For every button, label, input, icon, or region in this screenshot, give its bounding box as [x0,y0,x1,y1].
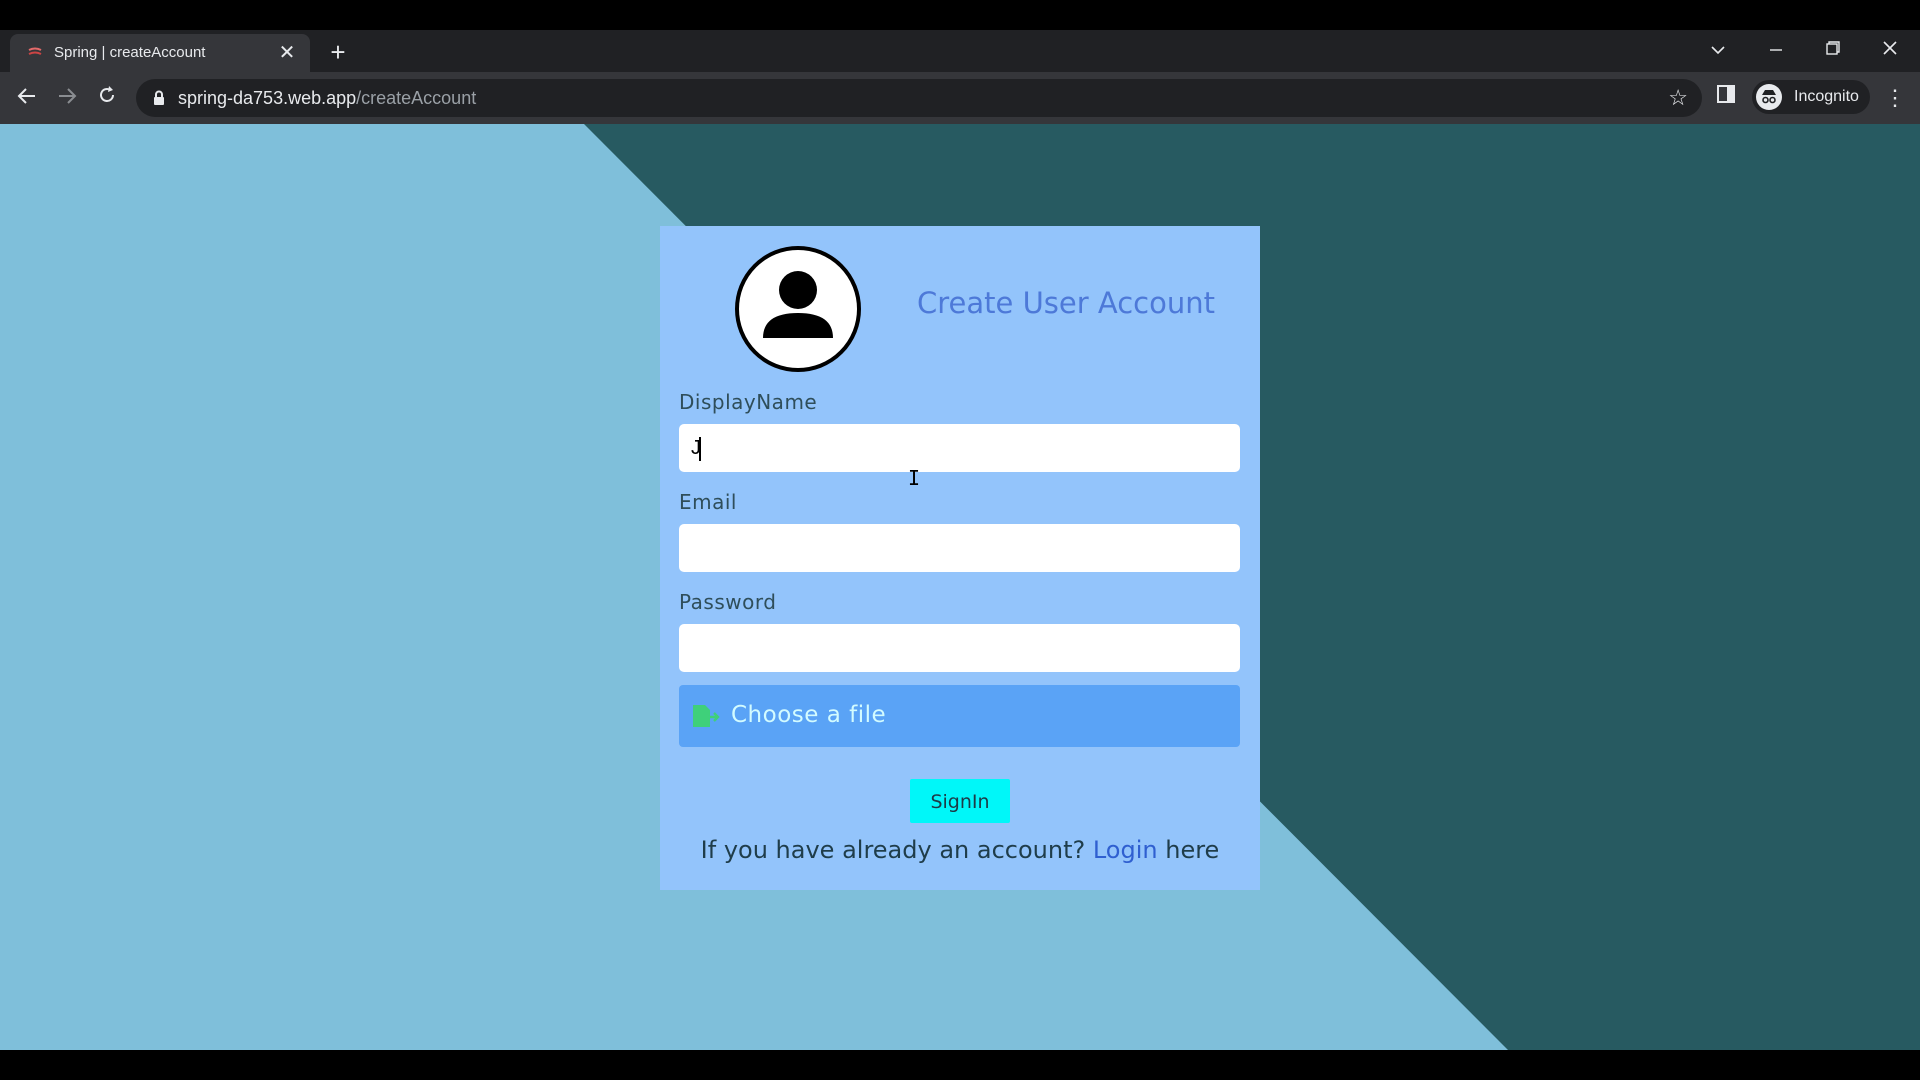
login-prompt: If you have already an account? Login he… [700,836,1220,864]
spring-favicon-icon [28,47,42,55]
incognito-profile-button[interactable]: Incognito [1752,80,1870,114]
browser-tabstrip: Spring | createAccount ✕ + [0,30,1920,72]
choose-file-label: Choose a file [731,702,887,728]
close-window-icon[interactable] [1868,36,1912,66]
video-letterbox-bottom [0,1050,1920,1080]
url-text[interactable]: spring-da753.web.app/createAccount [178,88,476,109]
user-avatar-icon [735,246,861,372]
tab-close-icon[interactable]: ✕ [274,40,300,66]
login-link[interactable]: Login [1093,836,1158,864]
minimize-icon[interactable] [1754,36,1798,66]
video-letterbox-top [0,0,1920,30]
address-bar[interactable]: spring-da753.web.app/createAccount ☆ [136,79,1702,117]
incognito-icon [1756,84,1782,110]
create-account-card: Create User Account DisplayName I Email … [660,226,1260,890]
text-caret [699,437,701,461]
mouse-ibeam-cursor-icon: I [908,466,921,490]
restore-icon[interactable] [1811,36,1855,66]
browser-tab[interactable]: Spring | createAccount ✕ [10,34,310,72]
signin-button[interactable]: SignIn [910,779,1010,823]
side-panel-icon[interactable] [1716,84,1742,110]
back-icon[interactable] [11,82,43,114]
choose-file-button[interactable]: Choose a file [679,685,1240,747]
browser-menu-icon[interactable]: ⋮ [1884,82,1906,114]
tab-search-icon[interactable] [1696,36,1740,66]
email-label: Email [679,490,737,514]
incognito-label: Incognito [1794,88,1859,105]
email-input[interactable] [679,524,1240,572]
file-upload-icon [693,705,720,727]
display-name-label: DisplayName [679,390,818,414]
forward-icon[interactable] [51,82,83,114]
page-title: Create User Account [917,286,1215,320]
page-background: Create User Account DisplayName I Email … [0,124,1920,1050]
tab-title: Spring | createAccount [54,44,206,61]
password-input[interactable] [679,624,1240,672]
bookmark-star-icon[interactable]: ☆ [1668,85,1688,111]
password-label: Password [679,590,777,614]
browser-toolbar: spring-da753.web.app/createAccount ☆ Inc… [0,72,1920,124]
lock-icon[interactable] [152,90,166,106]
new-tab-icon[interactable]: + [322,37,354,69]
display-name-field-wrap: I [660,424,1260,490]
display-name-input[interactable] [679,424,1240,472]
reload-icon[interactable] [91,82,123,114]
